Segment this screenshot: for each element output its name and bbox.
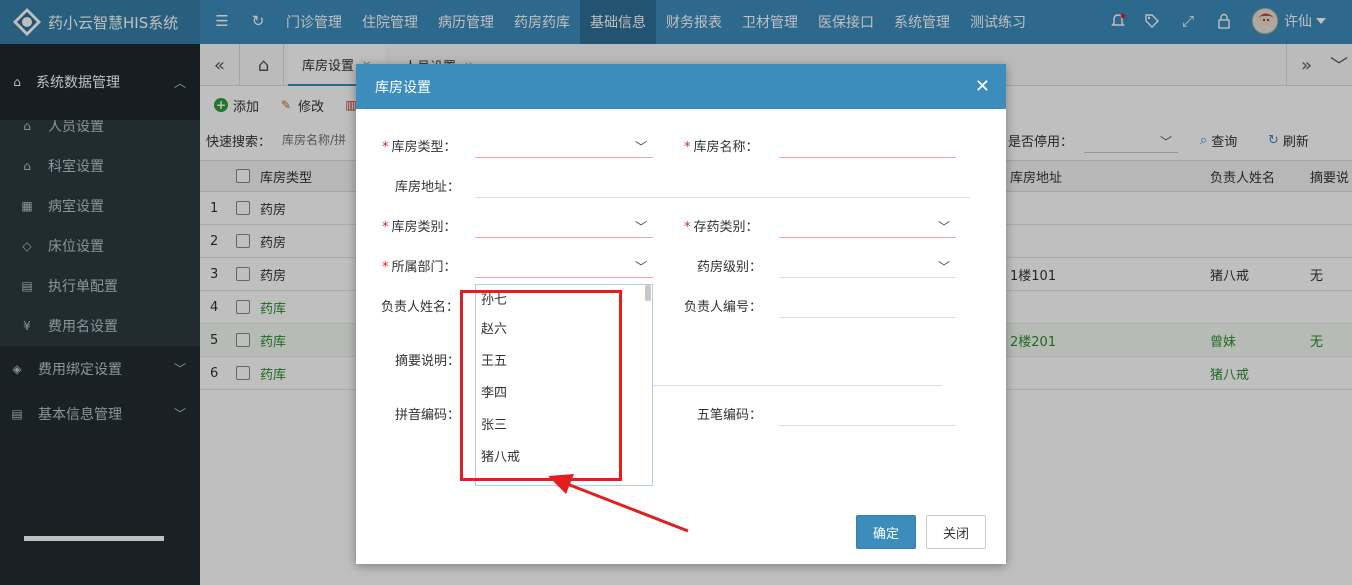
annotation-arrow (548, 474, 689, 533)
